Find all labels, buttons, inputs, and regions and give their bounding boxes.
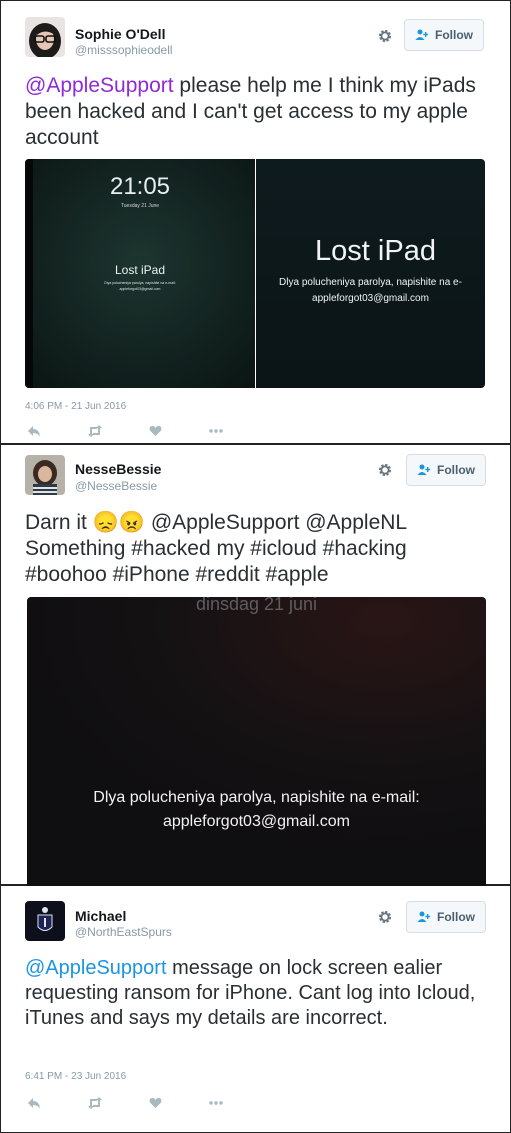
tweet-timestamp[interactable]: 4:06 PM - 21 Jun 2016 (25, 401, 126, 412)
tweet-line-2: Something #hacked my #icloud #hacking (25, 537, 407, 560)
like-icon[interactable] (149, 1097, 162, 1109)
tweet-text: @AppleSupport please help me I think my … (25, 73, 490, 151)
retweet-icon[interactable] (87, 1097, 103, 1109)
lock-date: dinsdag 21 juni (195, 597, 318, 614)
follow-button[interactable]: Follow (404, 19, 484, 51)
retweet-icon[interactable] (87, 425, 103, 437)
reply-icon[interactable] (27, 1097, 41, 1109)
more-icon[interactable] (208, 428, 224, 434)
mentions: @AppleSupport @AppleNL (144, 511, 408, 534)
tweet-actions (27, 1097, 224, 1109)
avatar[interactable] (25, 455, 65, 495)
lost-ipad-title: Lost iPad (114, 263, 166, 277)
tweet-timestamp[interactable]: 6:41 PM - 23 Jun 2016 (25, 1071, 126, 1082)
tweet-actions (27, 425, 224, 437)
follow-label: Follow (437, 463, 475, 477)
tweet-michael: Michael @NorthEastSpurs Follow @AppleSup… (1, 886, 510, 1132)
more-icon[interactable] (208, 1100, 224, 1106)
gear-icon[interactable] (376, 908, 394, 926)
gear-icon[interactable] (376, 461, 394, 479)
media-image[interactable]: dinsdag 21 juni Dlya polucheniya parolya… (27, 597, 486, 886)
user-handle[interactable]: @misssophieodell (75, 43, 173, 57)
lock-date: Tuesday 21 June (120, 203, 160, 209)
user-handle[interactable]: @NorthEastSpurs (75, 925, 172, 939)
media-image-left[interactable]: 21:05 Tuesday 21 June Lost iPad Dlya pol… (25, 159, 255, 388)
tweet-line-3: #boohoo #iPhone #reddit #apple (25, 563, 329, 586)
mention-link[interactable]: @AppleSupport (25, 74, 174, 97)
emoji: 😞😠 (92, 511, 145, 534)
user-handle[interactable]: @NesseBessie (75, 479, 157, 493)
follow-button[interactable]: Follow (406, 901, 486, 933)
lost-message-line2-large: appleforgot03@gmail.com (312, 293, 429, 304)
tweet-nessebessie: NesseBessie @NesseBessie Follow Darn it … (1, 445, 510, 886)
lost-message-line1-large: Dlya polucheniya parolya, napishite na e… (279, 277, 462, 288)
ransom-message-line2: appleforgot03@gmail.com (162, 813, 350, 830)
follow-person-icon (417, 464, 431, 475)
follow-label: Follow (437, 910, 475, 924)
mention-link[interactable]: @AppleSupport (25, 957, 167, 979)
ransom-message-line1: Dlya polucheniya parolya, napishite na e… (93, 789, 420, 806)
like-icon[interactable] (149, 425, 162, 437)
follow-person-icon (417, 911, 431, 922)
follow-button[interactable]: Follow (406, 454, 486, 486)
lost-message-line2: appleforgot03@gmail.com (119, 287, 161, 291)
media-image-right[interactable]: Lost iPad Dlya polucheniya parolya, napi… (256, 159, 485, 388)
lost-message-line1: Dlya polucheniya parolya, napishite na e… (104, 281, 176, 285)
follow-person-icon (415, 29, 429, 40)
avatar[interactable] (25, 17, 65, 57)
tweet-collage: Sophie O'Dell @misssophieodell Follow @A… (0, 0, 511, 1133)
lock-time: 21:05 (109, 173, 171, 200)
tweet-body-start: Darn it (25, 511, 93, 534)
display-name[interactable]: NesseBessie (75, 461, 161, 477)
tweet-text: Darn it 😞😠 @AppleSupport @AppleNL Someth… (25, 510, 490, 588)
avatar[interactable] (25, 901, 65, 941)
tweet-text: @AppleSupport message on lock screen eal… (25, 956, 490, 1031)
display-name[interactable]: Michael (75, 908, 126, 924)
reply-icon[interactable] (27, 425, 41, 437)
gear-icon[interactable] (376, 27, 394, 45)
lost-ipad-title-large: Lost iPad (315, 235, 436, 267)
display-name[interactable]: Sophie O'Dell (75, 26, 165, 42)
follow-label: Follow (435, 28, 473, 42)
tweet-sophie: Sophie O'Dell @misssophieodell Follow @A… (1, 1, 510, 445)
